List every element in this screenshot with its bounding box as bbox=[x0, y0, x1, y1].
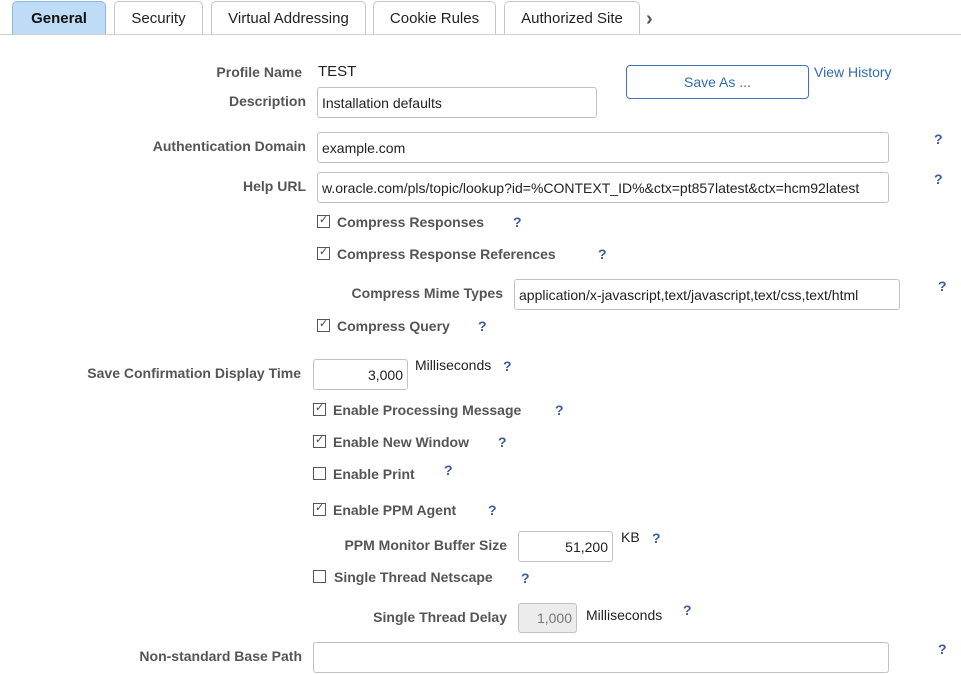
compress-query-label: Compress Query bbox=[337, 318, 450, 334]
description-input[interactable] bbox=[317, 87, 597, 118]
base-path-label: Non-standard Base Path bbox=[139, 648, 302, 664]
help-icon[interactable]: ? bbox=[934, 131, 943, 147]
help-icon[interactable]: ? bbox=[934, 171, 943, 187]
enable-ppm-agent-label: Enable PPM Agent bbox=[333, 502, 457, 518]
tab-virtual-addressing[interactable]: Virtual Addressing bbox=[211, 1, 366, 34]
check-icon: ✓ bbox=[319, 318, 329, 330]
help-icon[interactable]: ? bbox=[498, 434, 507, 450]
enable-new-window-checkbox[interactable]: ✓ bbox=[313, 434, 326, 448]
help-icon[interactable]: ? bbox=[938, 641, 947, 657]
tab-security[interactable]: Security bbox=[114, 1, 203, 34]
compress-responses-checkbox[interactable]: ✓ bbox=[317, 214, 330, 228]
base-path-input[interactable] bbox=[313, 642, 889, 673]
ppm-monitor-buffer-size-label: PPM Monitor Buffer Size bbox=[344, 537, 507, 553]
save-confirmation-time-label: Save Confirmation Display Time bbox=[87, 365, 301, 381]
tab-divider bbox=[0, 34, 961, 35]
enable-print-checkbox[interactable] bbox=[313, 467, 326, 480]
help-icon[interactable]: ? bbox=[555, 402, 564, 418]
description-label: Description bbox=[228, 93, 306, 109]
help-icon[interactable]: ? bbox=[503, 358, 512, 374]
tab-cookie-rules[interactable]: Cookie Rules bbox=[373, 1, 496, 34]
single-thread-netscape-label: Single Thread Netscape bbox=[334, 569, 493, 585]
help-icon[interactable]: ? bbox=[488, 502, 497, 518]
compress-response-references-label: Compress Response References bbox=[337, 246, 556, 262]
check-icon: ✓ bbox=[319, 246, 329, 258]
enable-processing-message-checkbox[interactable]: ✓ bbox=[313, 402, 326, 416]
milliseconds-unit: Milliseconds bbox=[415, 357, 492, 373]
help-icon[interactable]: ? bbox=[513, 214, 522, 230]
help-icon[interactable]: ? bbox=[478, 318, 487, 334]
check-icon: ✓ bbox=[315, 434, 325, 446]
single-thread-delay-label: Single Thread Delay bbox=[373, 609, 507, 625]
check-icon: ✓ bbox=[315, 502, 325, 514]
help-icon[interactable]: ? bbox=[652, 530, 661, 546]
compress-query-checkbox[interactable]: ✓ bbox=[317, 318, 330, 332]
enable-print-label: Enable Print bbox=[333, 466, 415, 482]
help-icon[interactable]: ? bbox=[521, 570, 530, 586]
check-icon: ✓ bbox=[315, 402, 325, 414]
enable-new-window-label: Enable New Window bbox=[333, 434, 469, 450]
save-as-button[interactable]: Save As ... bbox=[626, 65, 809, 99]
profile-name-value: TEST bbox=[318, 63, 357, 80]
help-icon[interactable]: ? bbox=[598, 246, 607, 262]
compress-mime-types-input[interactable] bbox=[514, 279, 900, 310]
enable-processing-message-label: Enable Processing Message bbox=[333, 402, 522, 418]
save-confirmation-time-input[interactable] bbox=[313, 359, 408, 390]
view-history-link[interactable]: View History bbox=[814, 64, 892, 80]
tab-authorized-site[interactable]: Authorized Site bbox=[504, 1, 640, 34]
auth-domain-input[interactable] bbox=[317, 132, 889, 163]
single-thread-netscape-checkbox[interactable] bbox=[313, 570, 326, 583]
compress-responses-label: Compress Responses bbox=[337, 214, 485, 230]
check-icon: ✓ bbox=[319, 214, 329, 226]
kb-unit: KB bbox=[621, 529, 640, 545]
milliseconds-unit: Milliseconds bbox=[586, 607, 663, 623]
help-icon[interactable]: ? bbox=[444, 462, 453, 478]
help-url-label: Help URL bbox=[243, 178, 306, 194]
enable-ppm-agent-checkbox[interactable]: ✓ bbox=[313, 502, 326, 516]
help-url-input[interactable] bbox=[317, 172, 889, 203]
chevron-right-icon[interactable]: › bbox=[646, 8, 653, 31]
help-icon[interactable]: ? bbox=[938, 278, 947, 294]
compress-response-references-checkbox[interactable]: ✓ bbox=[317, 246, 330, 260]
ppm-monitor-buffer-size-input[interactable] bbox=[518, 531, 613, 562]
help-icon[interactable]: ? bbox=[683, 602, 692, 618]
compress-mime-types-label: Compress Mime Types bbox=[351, 285, 503, 301]
tab-general[interactable]: General bbox=[12, 1, 106, 34]
profile-name-label: Profile Name bbox=[216, 64, 302, 80]
single-thread-delay-input bbox=[518, 603, 577, 633]
auth-domain-label: Authentication Domain bbox=[152, 138, 306, 154]
